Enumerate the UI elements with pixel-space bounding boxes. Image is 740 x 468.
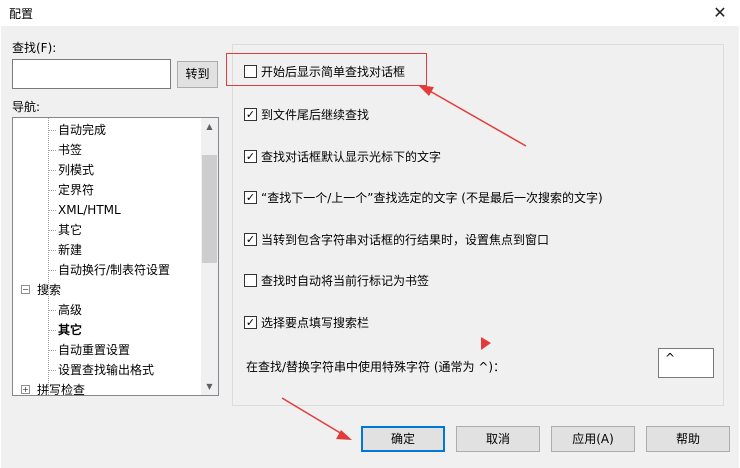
checkbox-find-selected[interactable]: ✓	[244, 191, 257, 204]
tree-item-label: 自动重置设置	[58, 343, 131, 357]
tree-item-label: 自动完成	[58, 123, 107, 137]
tree-item-label: 搜索	[37, 283, 62, 297]
goto-button[interactable]: 转到	[177, 61, 218, 88]
tree-item-delimiters[interactable]: 定界符	[49, 180, 95, 200]
nav-tree[interactable]: 自动完成 书签 列模式 定界符 XML/HTML 其它 新建 自动换行/制表符设…	[12, 117, 219, 396]
tree-item-label: XML/HTML	[58, 203, 121, 217]
tree-item-label: 高级	[58, 303, 83, 317]
tree-item-label: 定界符	[58, 183, 95, 197]
annotation-highlight-box	[226, 53, 427, 86]
tree-item-find-output-format[interactable]: 设置查找输出格式	[49, 360, 155, 380]
find-label: 查找(F):	[12, 41, 57, 55]
tree-item-label: 其它	[58, 323, 83, 337]
tree-item-label: 拼写检查	[37, 383, 86, 396]
checkbox-focus-window[interactable]: ✓	[244, 233, 257, 246]
tree-item-autocomplete[interactable]: 自动完成	[49, 120, 107, 140]
expand-icon[interactable]: +	[21, 385, 30, 394]
window-title: 配置	[9, 7, 34, 21]
tree-item-new[interactable]: 新建	[49, 240, 83, 260]
checkbox-bookmark-line[interactable]	[244, 274, 257, 287]
tree-item-label: 新建	[58, 243, 83, 257]
tree-item-bookmarks[interactable]: 书签	[49, 140, 83, 160]
option-label: 查找对话框默认显示光标下的文字	[261, 150, 442, 164]
checkbox-text-under-cursor[interactable]: ✓	[244, 150, 257, 163]
tree-item-search-other[interactable]: 其它	[49, 320, 83, 340]
collapse-icon[interactable]: −	[21, 285, 30, 294]
checkbox-wrap-around[interactable]: ✓	[244, 108, 257, 121]
help-button[interactable]: 帮助	[646, 426, 730, 452]
checkbox-fill-search-bar[interactable]: ✓	[244, 316, 257, 329]
tree-item-xml-html[interactable]: XML/HTML	[49, 200, 121, 220]
ok-button[interactable]: 确定	[361, 426, 445, 452]
apply-button[interactable]: 应用(A)	[551, 426, 635, 452]
special-char-input[interactable]: ^	[658, 348, 714, 378]
title-bar: 配置 ✕	[0, 0, 740, 26]
tree-item-label: 其它	[58, 223, 83, 237]
find-input[interactable]	[12, 59, 171, 89]
cancel-button[interactable]: 取消	[456, 426, 540, 452]
tree-guide-line	[48, 118, 49, 395]
tree-item-label: 设置查找输出格式	[58, 363, 155, 377]
tree-item-label: 自动换行/制表符设置	[58, 263, 171, 277]
nav-label: 导航:	[12, 100, 41, 114]
tree-item-label: 书签	[58, 143, 83, 157]
option-label: 当转到包含字符串对话框的行结果时，设置焦点到窗口	[261, 233, 550, 247]
tree-item-label: 列模式	[58, 163, 95, 177]
option-label: “查找下一个/上一个”查找选定的文字 (不是最后一次搜索的文字)	[261, 191, 603, 205]
scroll-thumb[interactable]	[202, 155, 217, 263]
tree-item-wrap-tabs[interactable]: 自动换行/制表符设置	[49, 260, 171, 280]
scroll-up-arrow-icon[interactable]: ▲	[201, 118, 218, 135]
tree-item-column-mode[interactable]: 列模式	[49, 160, 95, 180]
tree-scrollbar[interactable]: ▲ ▼	[201, 118, 218, 395]
special-char-label: 在查找/替换字符串中使用特殊字符 (通常为 ^)：	[246, 360, 506, 374]
tree-item-auto-reset[interactable]: 自动重置设置	[49, 340, 131, 360]
tree-item-search[interactable]: 搜索	[37, 280, 61, 300]
close-icon[interactable]: ✕	[710, 3, 730, 23]
scroll-down-arrow-icon[interactable]: ▼	[201, 378, 218, 395]
tree-item-spell-check[interactable]: 拼写检查	[37, 380, 86, 396]
option-label: 查找时自动将当前行标记为书签	[261, 274, 430, 288]
tree-item-other[interactable]: 其它	[49, 220, 83, 240]
options-panel	[232, 44, 724, 406]
tree-item-advanced[interactable]: 高级	[49, 300, 83, 320]
option-label: 选择要点填写搜索栏	[261, 316, 370, 330]
option-label: 到文件尾后继续查找	[261, 108, 370, 122]
